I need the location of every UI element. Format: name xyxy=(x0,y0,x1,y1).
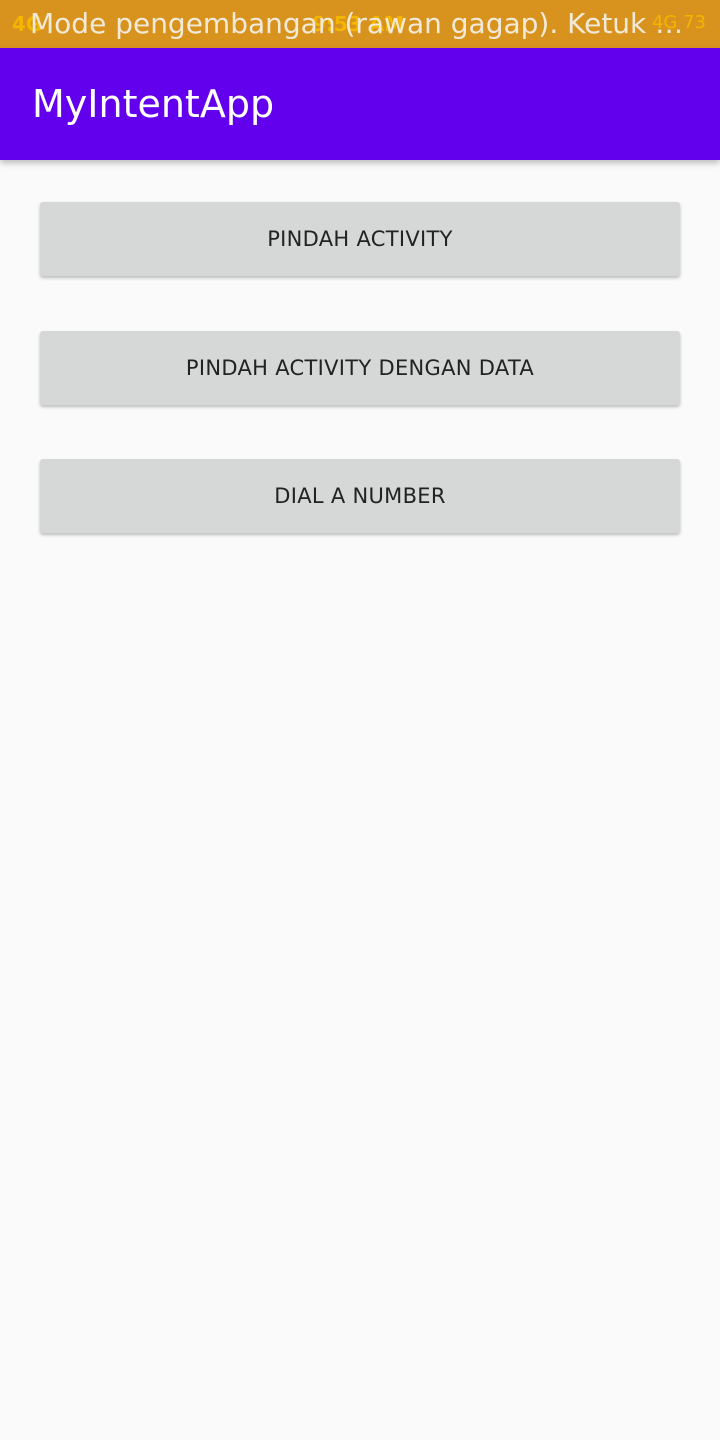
move-activity-button[interactable]: PINDAH ACTIVITY xyxy=(40,202,680,276)
app-bar: MyIntentApp xyxy=(0,48,720,160)
dial-number-button[interactable]: DIAL A NUMBER xyxy=(40,459,680,533)
move-activity-with-data-button[interactable]: PINDAH ACTIVITY DENGAN DATA xyxy=(40,331,680,405)
developer-mode-notification[interactable]: Mode pengembangan (rawan gagap). Ketuk u… xyxy=(30,7,700,40)
status-bar: 4G 9:53 AM 4G 73 Mode pengembangan (rawa… xyxy=(0,0,720,48)
app-title: MyIntentApp xyxy=(32,82,275,126)
